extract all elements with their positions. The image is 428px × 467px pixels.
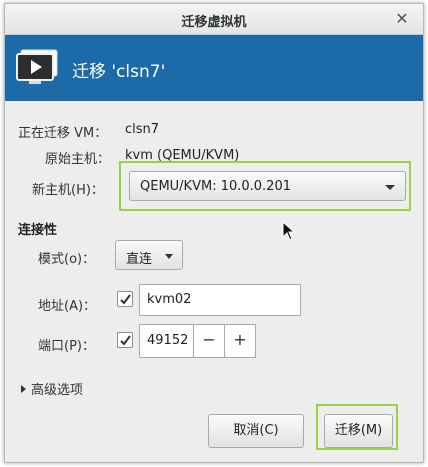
- vm-display-icon: [16, 49, 58, 84]
- port-label: 端口(P)：: [38, 339, 95, 354]
- chevron-down-icon: [165, 254, 173, 259]
- address-checkbox[interactable]: [117, 291, 133, 307]
- expander-arrow-icon: [21, 385, 26, 393]
- mode-dropdown[interactable]: 直连: [115, 240, 183, 270]
- mode-value: 直连: [126, 252, 153, 267]
- migrate-dialog: 迁移虚拟机 ✕ 迁移 'clsn7' 正在迁移 VM： clsn7 原始主机： …: [4, 3, 424, 463]
- advanced-options-label: 高级选项: [31, 383, 84, 398]
- mouse-pointer-icon: [282, 221, 296, 241]
- address-label: 地址(A)：: [38, 299, 97, 314]
- chevron-down-icon: [385, 185, 395, 190]
- port-increment-button[interactable]: +: [224, 324, 256, 358]
- banner-title: 迁移 'clsn7': [72, 62, 166, 82]
- new-host-label: 新主机(H)：: [32, 183, 104, 198]
- banner: 迁移 'clsn7': [5, 35, 423, 101]
- address-input[interactable]: kvm02: [139, 284, 301, 316]
- advanced-options-expander[interactable]: 高级选项: [21, 379, 83, 398]
- titlebar: 迁移虚拟机 ✕: [5, 4, 423, 35]
- checkmark-icon: [120, 335, 131, 346]
- checkmark-icon: [120, 294, 131, 305]
- cancel-button[interactable]: 取消(C): [208, 414, 304, 448]
- window-title: 迁移虚拟机: [181, 15, 247, 30]
- mode-label: 模式(o)：: [38, 252, 96, 267]
- connectivity-heading: 连接性: [18, 223, 58, 238]
- address-value: kvm02: [147, 292, 192, 307]
- port-input[interactable]: 49152: [139, 324, 194, 358]
- migrate-button[interactable]: 迁移(M): [324, 414, 393, 448]
- migrating-vm-value: clsn7: [125, 122, 160, 137]
- new-host-value: QEMU/KVM: 10.0.0.201: [140, 179, 291, 194]
- new-host-combobox[interactable]: QEMU/KVM: 10.0.0.201: [129, 171, 406, 201]
- close-icon[interactable]: ✕: [393, 10, 411, 28]
- original-host-label: 原始主机：: [45, 152, 111, 167]
- port-decrement-button[interactable]: −: [193, 324, 225, 358]
- migrating-vm-label: 正在迁移 VM：: [18, 126, 108, 141]
- port-checkbox[interactable]: [117, 332, 133, 348]
- port-value: 49152: [147, 333, 189, 348]
